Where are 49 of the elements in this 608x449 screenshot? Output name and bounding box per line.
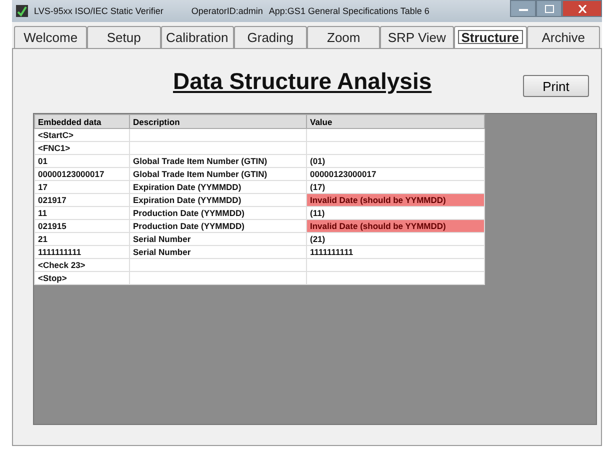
tab[interactable]: Grading	[234, 26, 307, 48]
tab[interactable]: Structure	[454, 26, 527, 48]
window-title: LVS-95xx ISO/IEC Static Verifier	[34, 6, 164, 16]
tab[interactable]: Welcome	[14, 26, 88, 48]
table-cell: 01	[34, 154, 130, 168]
app-icon	[16, 5, 28, 17]
tab[interactable]: Calibration	[160, 26, 234, 48]
tab[interactable]: SRP View	[380, 26, 454, 48]
table-cell: Expiration Date (YYMMDD)	[130, 194, 306, 206]
tab[interactable]: Zoom	[307, 26, 380, 48]
table-cell: 021915	[34, 220, 130, 232]
table-cell: 00000123000017	[306, 168, 484, 180]
table-cell: Global Trade Item Number (GTIN)	[130, 154, 306, 168]
table-cell: 17	[34, 180, 130, 194]
column-header: Description	[130, 114, 306, 128]
column-header: Value	[306, 114, 484, 128]
table-cell: 21	[34, 232, 130, 246]
minimize-button[interactable]	[510, 0, 536, 17]
table-cell: Global Trade Item Number (GTIN)	[130, 168, 306, 180]
maximize-button[interactable]	[536, 0, 562, 17]
table-cell: (01)	[306, 154, 484, 168]
app-label: App:GS1 General Specifications Table 6	[268, 6, 430, 16]
close-icon	[578, 4, 586, 12]
error-cell: Invalid Date (should be YYMMDD)	[306, 194, 484, 206]
table-cell: Serial Number	[130, 232, 306, 246]
table-cell: 1111111111	[306, 246, 484, 258]
table-cell: Expiration Date (YYMMDD)	[130, 180, 306, 194]
print-button[interactable]: Print	[523, 75, 589, 97]
table-cell: Production Date (YYMMDD)	[130, 220, 306, 232]
table-cell: 021917	[34, 194, 130, 206]
error-cell: Invalid Date (should be YYMMDD)	[306, 220, 484, 232]
table-cell: <StartC>	[34, 128, 130, 142]
table-cell: <Check 23>	[34, 258, 130, 272]
table-cell: Serial Number	[130, 246, 306, 258]
page-heading: Data Structure Analysis	[173, 68, 432, 94]
table-cell: <Stop>	[34, 272, 130, 284]
table-cell: <FNC1>	[34, 142, 130, 154]
tab[interactable]: Setup	[87, 26, 160, 48]
table-cell: (21)	[306, 232, 484, 246]
table-cell: 1111111111	[34, 246, 130, 258]
minimize-icon	[518, 6, 528, 10]
tab[interactable]: Archive	[526, 26, 600, 48]
table-cell: 00000123000017	[34, 168, 130, 180]
column-header: Embedded data	[34, 114, 130, 128]
table-cell: 11	[34, 206, 130, 220]
operator-label: OperatorID:admin	[191, 6, 263, 16]
table-cell: Production Date (YYMMDD)	[130, 206, 306, 220]
maximize-icon	[544, 4, 554, 12]
close-button[interactable]	[562, 0, 602, 17]
